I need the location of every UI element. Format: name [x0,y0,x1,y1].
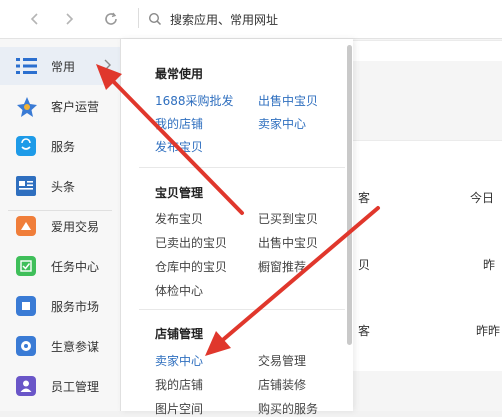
sidebar-item-label: 服务 [51,140,76,154]
sidebar-item-label: 任务中心 [51,260,100,274]
section-title: 店铺管理 [155,327,204,341]
link-trade-management[interactable]: 交易管理 [258,352,306,369]
section-title: 宝贝管理 [155,186,204,200]
search-placeholder: 搜索应用、常用网址 [170,12,279,27]
background-text: 昨昨 [476,324,501,338]
link-on-sale-items[interactable]: 出售中宝贝 [258,234,318,251]
background-text: 客 [358,324,371,338]
advisor-icon [16,336,36,356]
link-window-recommend[interactable]: 橱窗推荐 [258,258,306,275]
chevron-right-icon [104,59,111,71]
background-text: 贝 [358,258,371,272]
forward-button[interactable] [58,8,80,30]
refresh-button[interactable] [100,8,122,30]
sidebar-item-label: 爱用交易 [51,220,100,234]
sidebar-item-headlines[interactable]: 头条 [0,167,120,205]
sidebar: 常用 客户运营 服务 头条 爱用交易 任务中心 服务市场 生意参谋 员工管理 [0,39,120,411]
link-sold-items[interactable]: 已卖出的宝贝 [155,234,227,251]
link-check-center[interactable]: 体检中心 [155,282,203,299]
sidebar-item-task-center[interactable]: 任务中心 [0,247,120,285]
link-purchased-services[interactable]: 购买的服务 [258,400,318,417]
sidebar-item-label: 员工管理 [51,380,100,394]
sidebar-item-aiyong-trade[interactable]: 爱用交易 [0,207,120,245]
customer-ops-icon [16,96,37,117]
sidebar-item-label: 常用 [51,60,76,74]
chevron-right-icon [66,13,74,25]
news-icon [16,176,36,196]
link-my-shop[interactable]: 我的店铺 [155,376,203,393]
link-image-space[interactable]: 图片空间 [155,400,203,417]
sidebar-item-customer-ops[interactable]: 客户运营 [0,87,120,125]
search-icon [148,12,162,26]
trade-icon [16,216,36,236]
staff-icon [16,376,36,396]
sidebar-item-business-advisor[interactable]: 生意参谋 [0,327,120,365]
link-publish-item[interactable]: 发布宝贝 [155,210,203,227]
panel-scrollbar[interactable] [347,45,352,345]
search-input[interactable]: 搜索应用、常用网址 [138,6,502,32]
list-icon [16,56,37,76]
link-on-sale-items[interactable]: 出售中宝贝 [258,92,318,109]
back-button[interactable] [24,8,46,30]
sidebar-item-label: 生意参谋 [51,340,100,354]
section-title: 最常使用 [155,67,204,81]
link-seller-center[interactable]: 卖家中心 [258,115,306,132]
sidebar-item-service[interactable]: 服务 [0,127,120,165]
section-divider [139,167,345,168]
task-icon [16,256,36,276]
background-text: 昨 [483,258,496,272]
background-text: 客 [358,191,371,205]
link-1688-purchase[interactable]: 1688采购批发 [155,92,234,109]
sidebar-item-staff-management[interactable]: 员工管理 [0,367,120,405]
chevron-left-icon [30,13,38,25]
sidebar-item-label: 客户运营 [51,100,100,114]
link-seller-center[interactable]: 卖家中心 [155,352,203,369]
common-menu-panel: 最常使用 1688采购批发 出售中宝贝 我的店铺 卖家中心 发布宝贝 宝贝管理 … [120,39,353,416]
sidebar-item-common[interactable]: 常用 [0,47,120,85]
link-shop-decoration[interactable]: 店铺装修 [258,376,306,393]
section-divider [139,309,345,310]
link-warehouse-items[interactable]: 仓库中的宝贝 [155,258,227,275]
link-bought-items[interactable]: 已买到宝贝 [258,210,318,227]
sidebar-item-service-market[interactable]: 服务市场 [0,287,120,325]
refresh-icon [105,12,117,25]
background-text: 今日 [470,191,495,205]
background-card [352,40,502,61]
sidebar-item-label: 服务市场 [51,300,100,314]
market-icon [16,296,36,316]
bag-icon [16,136,36,156]
browser-toolbar: 搜索应用、常用网址 [0,0,502,39]
link-my-shop[interactable]: 我的店铺 [155,115,203,132]
link-publish-item[interactable]: 发布宝贝 [155,138,203,155]
sidebar-item-label: 头条 [51,180,76,194]
